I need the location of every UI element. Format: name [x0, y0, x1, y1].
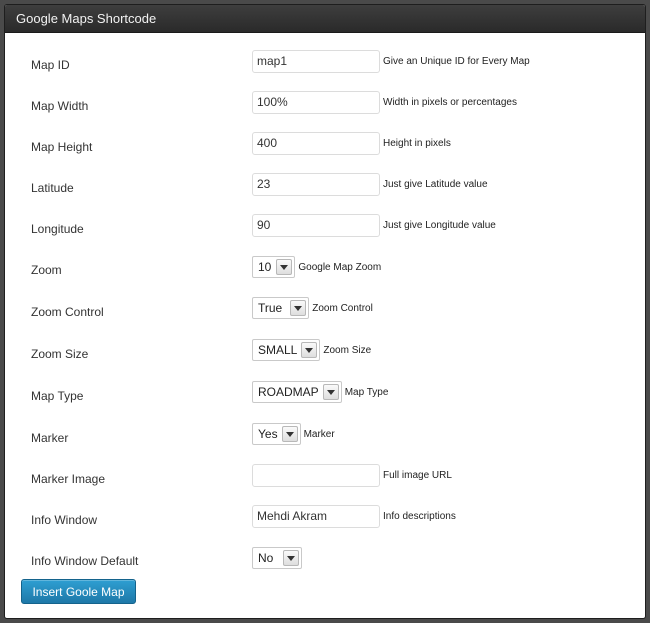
row-info-window-default: Info Window Default No	[5, 546, 645, 570]
map-height-label: Map Height	[31, 140, 93, 154]
marker-image-input[interactable]	[252, 463, 380, 487]
map-width-help: Width in pixels or percentages	[383, 96, 517, 108]
zoom-select[interactable]: 10	[252, 256, 296, 278]
map-height-field-group: Height in pixels	[252, 131, 451, 155]
marker-image-help: Full image URL	[383, 469, 452, 481]
marker-image-field-group: Full image URL	[252, 463, 452, 487]
row-marker-image: Marker Image Full image URL	[5, 463, 645, 487]
map-type-select-value: ROADMAP	[258, 385, 319, 399]
zoom-control-label: Zoom Control	[31, 305, 104, 319]
map-type-select[interactable]: ROADMAP	[252, 381, 342, 403]
longitude-field-group: Just give Longitude value	[252, 213, 496, 237]
info-window-default-label: Info Window Default	[31, 554, 139, 568]
chevron-down-icon[interactable]	[276, 259, 293, 275]
longitude-input[interactable]	[252, 213, 380, 237]
zoom-label: Zoom	[31, 263, 62, 277]
zoom-select-value: 10	[258, 260, 272, 274]
map-width-field-group: Width in pixels or percentages	[252, 90, 517, 114]
map-id-field-group: Give an Unique ID for Every Map	[252, 49, 530, 73]
marker-field-group: Yes Marker	[252, 422, 335, 446]
map-height-help: Height in pixels	[383, 137, 451, 149]
marker-image-label: Marker Image	[31, 472, 106, 486]
map-id-label: Map ID	[31, 58, 70, 72]
map-height-input[interactable]	[252, 131, 380, 155]
latitude-help: Just give Latitude value	[383, 178, 488, 190]
zoom-control-field-group: True Zoom Control	[252, 296, 373, 320]
chevron-down-icon[interactable]	[301, 342, 318, 358]
info-window-input[interactable]	[252, 504, 380, 528]
longitude-help: Just give Longitude value	[383, 219, 496, 231]
marker-select-value: Yes	[258, 427, 278, 441]
row-marker: Marker Yes Marker	[5, 422, 645, 446]
map-id-help: Give an Unique ID for Every Map	[383, 55, 530, 67]
zoom-control-select-value: True	[258, 301, 283, 315]
insert-map-button[interactable]: Insert Goole Map	[21, 579, 136, 604]
marker-select[interactable]: Yes	[252, 423, 301, 445]
chevron-down-icon[interactable]	[290, 300, 307, 316]
zoom-field-group: 10 Google Map Zoom	[252, 255, 381, 279]
dialog-title: Google Maps Shortcode	[5, 5, 645, 33]
row-info-window: Info Window Info descriptions	[5, 504, 645, 528]
latitude-input[interactable]	[252, 172, 380, 196]
map-width-input[interactable]	[252, 90, 380, 114]
row-map-width: Map Width Width in pixels or percentages	[5, 90, 645, 114]
zoom-help: Google Map Zoom	[298, 261, 382, 273]
info-window-field-group: Info descriptions	[252, 504, 456, 528]
marker-label: Marker	[31, 431, 69, 445]
map-type-field-group: ROADMAP Map Type	[252, 380, 388, 404]
zoom-size-field-group: SMALL Zoom Size	[252, 338, 371, 362]
row-zoom-control: Zoom Control True Zoom Control	[5, 296, 645, 320]
chevron-down-icon[interactable]	[281, 426, 298, 442]
zoom-size-help: Zoom Size	[323, 344, 372, 356]
row-map-height: Map Height Height in pixels	[5, 131, 645, 155]
latitude-field-group: Just give Latitude value	[252, 172, 488, 196]
info-window-default-select[interactable]: No	[252, 547, 303, 569]
map-width-label: Map Width	[31, 99, 89, 113]
map-type-help: Map Type	[344, 386, 389, 398]
row-longitude: Longitude Just give Longitude value	[5, 213, 645, 237]
zoom-size-select-value: SMALL	[258, 343, 298, 357]
row-zoom-size: Zoom Size SMALL Zoom Size	[5, 338, 645, 362]
info-window-default-select-value: No	[258, 551, 274, 565]
info-window-label: Info Window	[31, 513, 98, 527]
zoom-control-help: Zoom Control	[312, 302, 373, 314]
row-latitude: Latitude Just give Latitude value	[5, 172, 645, 196]
row-map-id: Map ID Give an Unique ID for Every Map	[5, 49, 645, 73]
row-zoom: Zoom 10 Google Map Zoom	[5, 255, 645, 279]
info-window-default-field-group: No	[252, 546, 303, 570]
marker-help: Marker	[303, 428, 335, 440]
row-map-type: Map Type ROADMAP Map Type	[5, 380, 645, 404]
shortcode-dialog: Google Maps Shortcode Map ID Give an Uni…	[4, 4, 646, 619]
longitude-label: Longitude	[31, 222, 84, 236]
map-id-input[interactable]	[252, 49, 380, 73]
zoom-control-select[interactable]: True	[252, 297, 310, 319]
chevron-down-icon[interactable]	[322, 384, 339, 400]
zoom-size-label: Zoom Size	[31, 347, 89, 361]
latitude-label: Latitude	[31, 181, 74, 195]
chevron-down-icon[interactable]	[283, 550, 300, 566]
zoom-size-select[interactable]: SMALL	[252, 339, 321, 361]
map-type-label: Map Type	[31, 389, 84, 403]
info-window-help: Info descriptions	[383, 510, 456, 522]
